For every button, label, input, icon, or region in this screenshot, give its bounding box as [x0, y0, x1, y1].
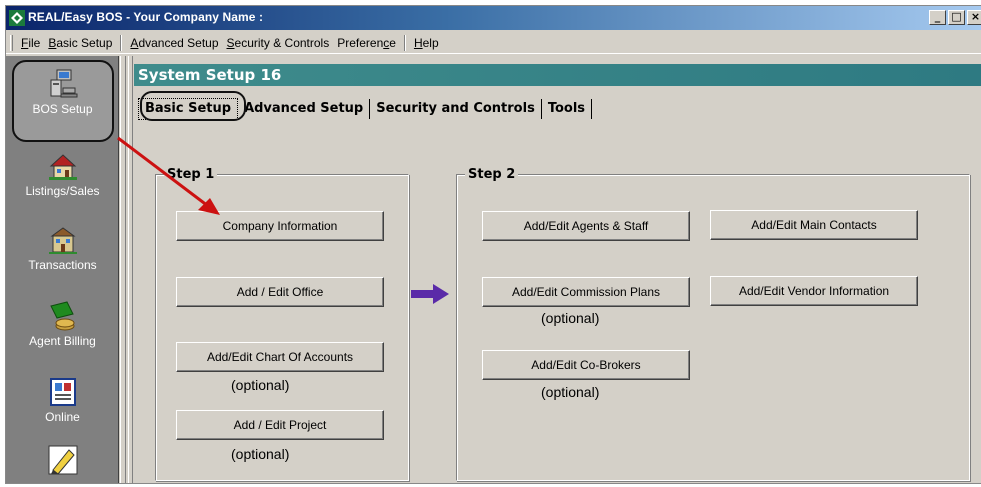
app-window: REAL/Easy BOS - Your Company Name : _ □ …	[5, 5, 981, 484]
annotation-arrow-icon	[117, 136, 220, 215]
